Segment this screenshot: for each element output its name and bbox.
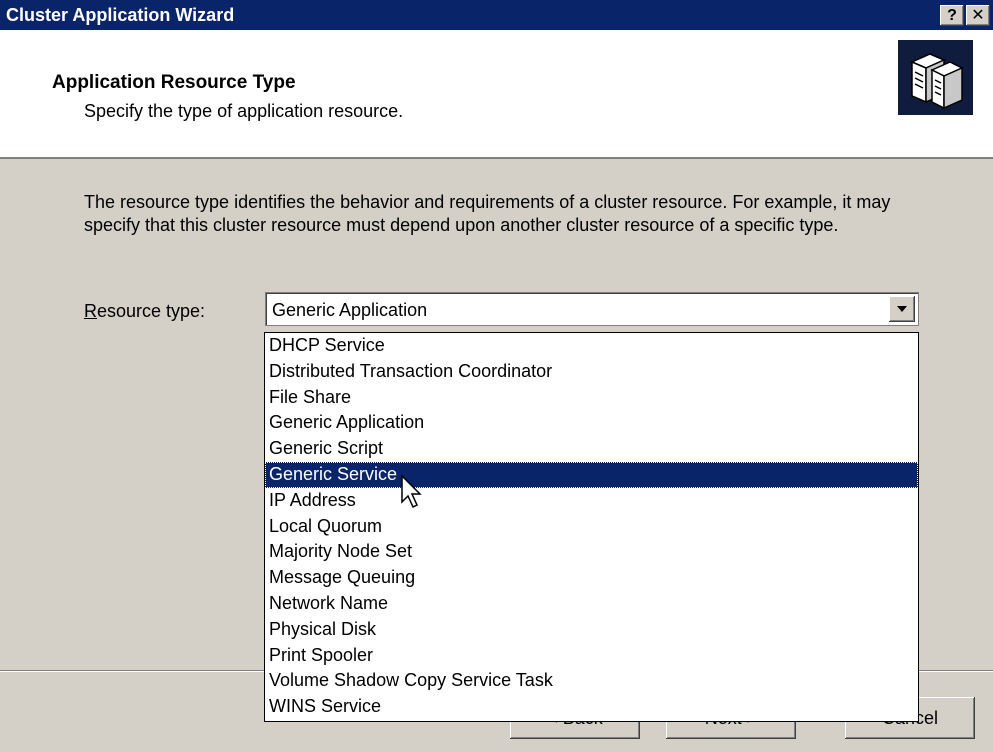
dropdown-option[interactable]: Print Spooler xyxy=(265,643,918,669)
chevron-down-icon[interactable] xyxy=(889,296,915,322)
dropdown-option[interactable]: Physical Disk xyxy=(265,617,918,643)
dropdown-option[interactable]: Network Name xyxy=(265,591,918,617)
dropdown-option[interactable]: Generic Service xyxy=(265,461,918,488)
page-title: Application Resource Type xyxy=(52,72,296,93)
title-bar: Cluster Application Wizard ? ✕ xyxy=(0,0,993,30)
dropdown-option[interactable]: IP Address xyxy=(265,488,918,514)
dropdown-option[interactable]: Generic Script xyxy=(265,436,918,462)
close-button[interactable]: ✕ xyxy=(966,5,990,26)
dropdown-option[interactable]: Message Queuing xyxy=(265,565,918,591)
resource-type-dropdown-list[interactable]: DHCP Service Distributed Transaction Coor… xyxy=(264,332,919,722)
mouse-cursor-icon xyxy=(401,474,422,509)
servers-icon xyxy=(898,40,973,115)
dropdown-option[interactable]: Majority Node Set xyxy=(265,539,918,565)
resource-type-value: Generic Application xyxy=(272,300,428,320)
resource-type-label: Resource type: xyxy=(84,300,205,322)
dropdown-option[interactable]: DHCP Service xyxy=(265,333,918,359)
dropdown-option[interactable]: WINS Service xyxy=(265,694,918,720)
dropdown-option[interactable]: Distributed Transaction Coordinator xyxy=(265,359,918,385)
dropdown-option[interactable]: Generic Application xyxy=(265,410,918,436)
dropdown-option[interactable]: Volume Shadow Copy Service Task xyxy=(265,668,918,694)
resource-type-accesskey: R xyxy=(84,301,97,321)
servers-icon-graphic xyxy=(910,53,964,110)
resource-type-combobox[interactable]: Generic Application xyxy=(265,292,919,326)
resource-type-label-text: esource type: xyxy=(97,301,206,321)
wizard-header: Application Resource Type Specify the ty… xyxy=(0,30,993,159)
dropdown-option[interactable]: File Share xyxy=(265,385,918,411)
dropdown-option[interactable]: Local Quorum xyxy=(265,514,918,540)
description-text: The resource type identifies the behavio… xyxy=(84,192,891,235)
help-button[interactable]: ? xyxy=(940,5,964,26)
page-subtitle: Specify the type of application resource… xyxy=(84,101,404,121)
window-title: Cluster Application Wizard xyxy=(6,5,235,25)
